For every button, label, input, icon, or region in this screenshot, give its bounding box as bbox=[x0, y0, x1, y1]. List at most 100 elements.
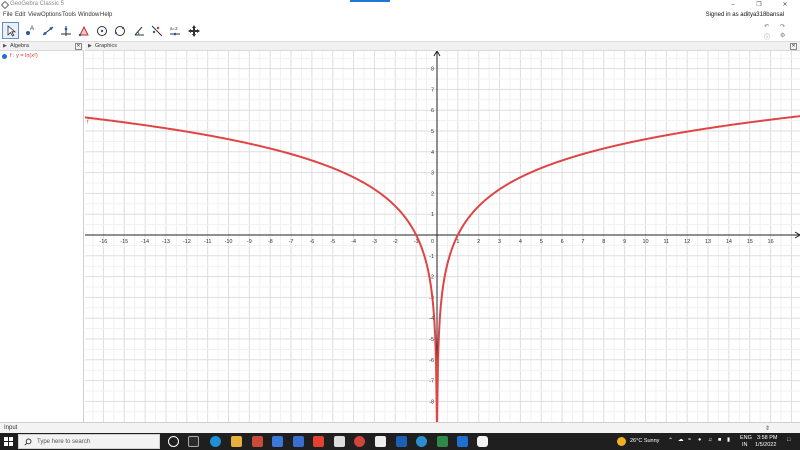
mail-icon[interactable] bbox=[272, 436, 283, 447]
maximize-button[interactable]: ❐ bbox=[746, 0, 772, 10]
search-placeholder: Type here to search bbox=[37, 439, 91, 445]
undo-icon[interactable]: ↶ bbox=[764, 23, 769, 30]
task-view-icon[interactable] bbox=[188, 436, 199, 447]
window-title: GeoGebra Classic 5 bbox=[10, 1, 65, 7]
menu-window[interactable]: Window bbox=[78, 12, 99, 18]
x-tick-label: 1 bbox=[456, 239, 459, 245]
taskbar-app-icon[interactable] bbox=[457, 436, 468, 447]
y-tick-label: -8 bbox=[429, 399, 434, 405]
visibility-toggle-icon[interactable] bbox=[2, 54, 7, 59]
clock-date[interactable]: 1/5/2022 bbox=[755, 442, 776, 448]
y-tick-label: -6 bbox=[429, 358, 434, 364]
file-explorer-icon[interactable] bbox=[231, 436, 242, 447]
algebra-title: Algebra bbox=[10, 43, 29, 49]
battery-icon[interactable]: ▮ bbox=[727, 437, 730, 443]
weather-sun-icon[interactable] bbox=[617, 437, 626, 446]
graphics-canvas[interactable]: -16 -15 -14 -13 -12 -11 -10 -9 -8 -7 -6 -5 -4 -3 -2 -1 0… bbox=[85, 51, 800, 422]
circle-tool[interactable] bbox=[93, 22, 110, 39]
x-tick-label: 10 bbox=[642, 239, 648, 245]
x-tick-label: 6 bbox=[561, 239, 564, 245]
help-icon[interactable]: ⓘ bbox=[764, 32, 770, 41]
circle-through-points-icon bbox=[114, 26, 125, 36]
circle-three-points-tool[interactable] bbox=[111, 22, 128, 39]
y-tick-label: 3 bbox=[431, 171, 434, 177]
graphics-view[interactable]: ▶ Graphics ✕ -16 -15 -14 -13 -12 -11 -10 -9 -8 -7… bbox=[85, 42, 800, 422]
angle-tool[interactable] bbox=[130, 22, 147, 39]
collapse-arrow-icon[interactable]: ▶ bbox=[3, 42, 7, 51]
menu-edit[interactable]: Edit bbox=[15, 12, 25, 18]
windows-start-icon[interactable] bbox=[4, 437, 13, 446]
store-icon[interactable] bbox=[252, 436, 263, 447]
redo-icon[interactable]: ↷ bbox=[780, 23, 785, 30]
collapse-arrow-icon[interactable]: ▶ bbox=[88, 42, 92, 51]
y-tick-label: 4 bbox=[431, 150, 434, 156]
x-tick-label: -10 bbox=[225, 239, 233, 245]
microphone-icon[interactable]: ● bbox=[698, 437, 701, 443]
x-tick-label: -3 bbox=[372, 239, 377, 245]
menu-file[interactable]: File bbox=[3, 12, 13, 18]
y-tick-label: 1 bbox=[431, 212, 434, 218]
svg-text:A: A bbox=[30, 26, 34, 32]
reflect-tool[interactable] bbox=[148, 22, 165, 39]
telegram-icon[interactable] bbox=[416, 436, 427, 447]
toolbar: A a=2 ↶ ↷ ⓘ ⚙ bbox=[0, 20, 800, 42]
line-icon bbox=[42, 26, 54, 36]
close-graphics-icon[interactable]: ✕ bbox=[790, 43, 797, 50]
brave-icon[interactable] bbox=[313, 436, 324, 447]
cortana-icon[interactable] bbox=[168, 436, 179, 447]
polygon-icon bbox=[78, 25, 89, 37]
x-tick-label: -16 bbox=[99, 239, 107, 245]
slider-label: a=2 bbox=[170, 26, 178, 31]
minimize-button[interactable]: – bbox=[720, 0, 746, 10]
taskbar-app-icon[interactable] bbox=[293, 436, 304, 447]
move-tool[interactable] bbox=[2, 22, 19, 39]
x-tick-label: 2 bbox=[477, 239, 480, 245]
cloud-icon[interactable]: ☁ bbox=[678, 437, 684, 443]
volume-icon[interactable]: ♫ bbox=[708, 437, 712, 443]
edge-icon[interactable] bbox=[210, 436, 221, 447]
window-accent bbox=[350, 0, 390, 2]
geogebra-taskbar-icon[interactable] bbox=[477, 436, 488, 447]
cursor-arrow-icon bbox=[7, 25, 17, 37]
graphics-header: ▶ Graphics ✕ bbox=[85, 42, 800, 51]
slider-tool[interactable]: a=2 bbox=[166, 22, 183, 39]
taskbar: Type here to search 26°C Sunny ⌃ ☁ ≈ ● ♫… bbox=[0, 433, 800, 450]
network-icon[interactable]: ■ bbox=[718, 437, 721, 443]
taskbar-app-icon[interactable] bbox=[396, 436, 407, 447]
point-tool[interactable]: A bbox=[21, 22, 38, 39]
move-graphics-tool[interactable] bbox=[185, 22, 202, 39]
perpendicular-tool[interactable] bbox=[57, 22, 74, 39]
menu-help[interactable]: Help bbox=[100, 12, 112, 18]
chrome-icon[interactable] bbox=[354, 436, 365, 447]
graphics-title: Graphics bbox=[95, 43, 118, 49]
tray-chevron-icon[interactable]: ⌃ bbox=[668, 437, 673, 444]
menu-bar: File Edit View Options Tools Window Help… bbox=[0, 10, 800, 20]
close-algebra-icon[interactable]: ✕ bbox=[75, 43, 82, 50]
taskbar-search[interactable]: Type here to search bbox=[18, 434, 160, 449]
algebra-entry[interactable]: f : y = ln(x²) bbox=[0, 52, 84, 61]
x-tick-label: 5 bbox=[540, 239, 543, 245]
photos-icon[interactable] bbox=[375, 436, 386, 447]
x-tick-label: -2 bbox=[393, 239, 398, 245]
clock-time[interactable]: 3:58 PM bbox=[757, 435, 777, 441]
signed-in-label[interactable]: Signed in as aditya318bansal bbox=[706, 12, 784, 18]
notifications-icon[interactable]: □ bbox=[787, 437, 790, 443]
language-region[interactable]: IN bbox=[742, 442, 748, 448]
polygon-tool[interactable] bbox=[75, 22, 92, 39]
taskbar-app-icon[interactable] bbox=[334, 436, 345, 447]
line-tool[interactable] bbox=[39, 22, 56, 39]
wifi-icon[interactable]: ≈ bbox=[688, 437, 691, 443]
taskbar-app-icon[interactable] bbox=[437, 436, 448, 447]
settings-icon[interactable]: ⚙ bbox=[780, 32, 785, 39]
weather-text[interactable]: 26°C Sunny bbox=[630, 438, 659, 444]
input-help-icon[interactable]: ⇕ bbox=[765, 425, 770, 432]
input-bar[interactable]: Input ⇕ bbox=[0, 422, 800, 433]
menu-options[interactable]: Options bbox=[41, 12, 62, 18]
menu-view[interactable]: View bbox=[28, 12, 41, 18]
x-tick-label: 3 bbox=[498, 239, 501, 245]
menu-tools[interactable]: Tools bbox=[62, 12, 76, 18]
close-button[interactable]: ✕ bbox=[772, 0, 798, 10]
x-tick-label: 12 bbox=[684, 239, 690, 245]
function-expression[interactable]: f : y = ln(x²) bbox=[10, 53, 38, 59]
language-code[interactable]: ENG bbox=[740, 435, 752, 441]
